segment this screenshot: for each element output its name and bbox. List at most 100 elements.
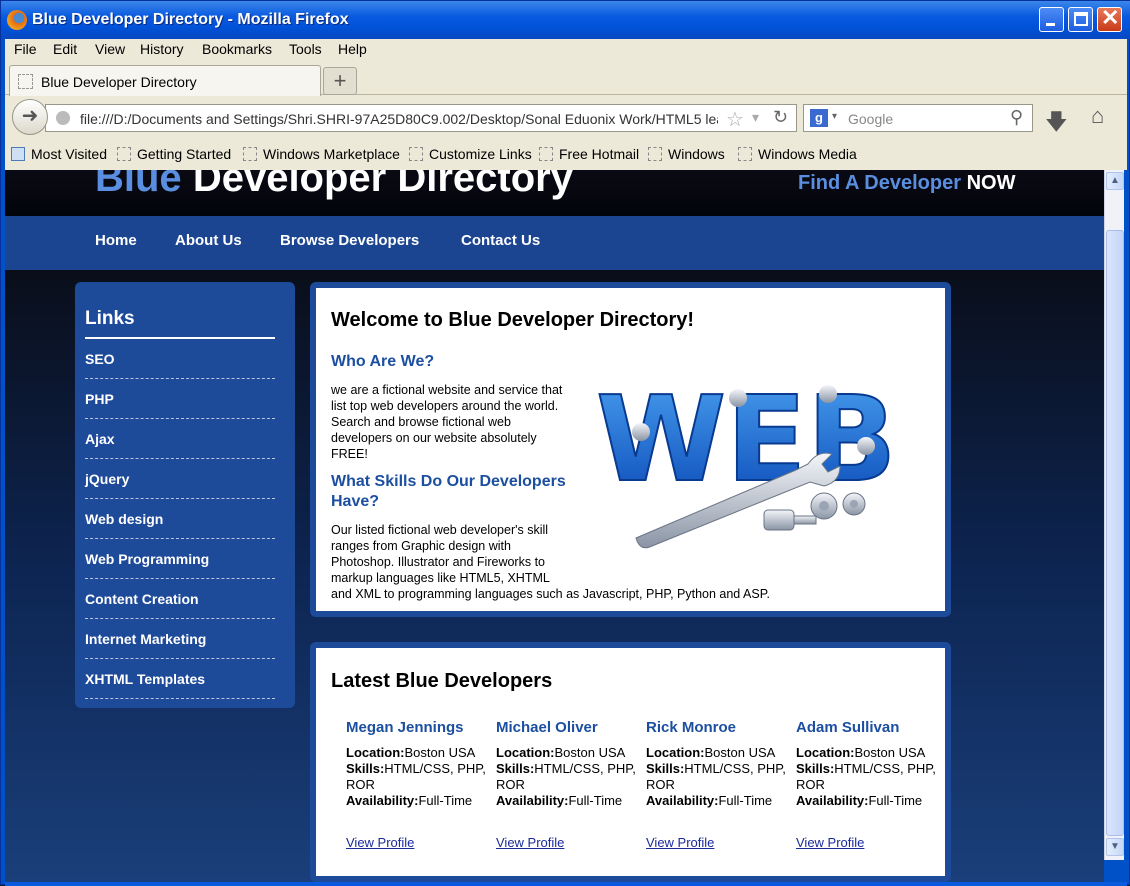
home-icon[interactable]: ⌂ — [1091, 103, 1104, 129]
most-visited-icon — [11, 147, 25, 161]
developer-name[interactable]: Adam Sullivan — [796, 719, 899, 736]
search-icon[interactable]: ⚲ — [1010, 107, 1023, 128]
sidebar-item-seo[interactable]: SEO — [85, 339, 275, 379]
availability-label: Availability: — [346, 793, 419, 808]
bookmark-most-visited[interactable]: Most Visited — [11, 146, 107, 162]
site-identity-icon[interactable] — [56, 111, 70, 125]
view-profile-link[interactable]: View Profile — [646, 835, 714, 850]
bookmark-label: Windows — [668, 146, 725, 162]
view-profile-link[interactable]: View Profile — [796, 835, 864, 850]
latest-developers-panel: Latest Blue Developers Megan Jennings Lo… — [310, 642, 951, 882]
close-button[interactable]: ✕ — [1097, 7, 1122, 32]
scroll-up-arrow-icon[interactable]: ▲ — [1106, 172, 1124, 190]
skills-label: Skills: — [646, 761, 685, 776]
bookmark-label: Customize Links — [429, 146, 532, 162]
menu-help[interactable]: Help — [338, 41, 367, 57]
skills-text-continued: and XML to programming languages such as… — [331, 587, 770, 601]
welcome-title: Welcome to Blue Developer Directory! — [331, 309, 695, 331]
menu-bookmarks[interactable]: Bookmarks — [202, 41, 272, 57]
bookmark-page-icon — [738, 147, 752, 161]
developer-availability: Full-Time — [418, 793, 473, 808]
menu-view[interactable]: View — [95, 41, 125, 57]
bookmark-label: Free Hotmail — [559, 146, 640, 162]
title-bar[interactable]: Blue Developer Directory - Mozilla Firef… — [1, 1, 1130, 39]
sidebar-item-web-design[interactable]: Web design — [85, 499, 275, 539]
bookmark-windows[interactable]: Windows — [648, 146, 725, 162]
bookmark-star-icon[interactable]: ☆ — [726, 107, 744, 132]
developer-availability: Full-Time — [718, 793, 773, 808]
bookmark-page-icon — [243, 147, 257, 161]
developer-details: Location:Boston USA Skills:HTML/CSS, PHP… — [496, 745, 636, 809]
bookmark-customize-links[interactable]: Customize Links — [409, 146, 532, 162]
view-profile-link[interactable]: View Profile — [346, 835, 414, 850]
sidebar-item-ajax[interactable]: Ajax — [85, 419, 275, 459]
developer-name[interactable]: Michael Oliver — [496, 719, 598, 736]
developer-location: Boston USA — [554, 745, 626, 760]
window-title: Blue Developer Directory - Mozilla Firef… — [32, 11, 349, 28]
menu-history[interactable]: History — [140, 41, 184, 57]
sidebar-item-web-programming[interactable]: Web Programming — [85, 539, 275, 579]
links-sidebar: Links SEO PHP Ajax jQuery Web design Web… — [75, 282, 295, 708]
web-3d-letters-image: WEB — [596, 369, 898, 549]
view-profile-link[interactable]: View Profile — [496, 835, 564, 850]
sidebar-item-jquery[interactable]: jQuery — [85, 459, 275, 499]
skills-label: Skills: — [346, 761, 385, 776]
sidebar-item-internet-marketing[interactable]: Internet Marketing — [85, 619, 275, 659]
menu-file[interactable]: File — [14, 41, 37, 57]
minimize-icon — [1046, 23, 1055, 26]
bookmark-windows-media[interactable]: Windows Media — [738, 146, 857, 162]
vertical-scrollbar[interactable]: ▲ ▼ — [1104, 170, 1124, 860]
nav-browse-developers[interactable]: Browse Developers — [280, 232, 419, 249]
maximize-icon — [1074, 12, 1088, 26]
back-button[interactable]: ➜ — [12, 99, 48, 135]
bookmark-free-hotmail[interactable]: Free Hotmail — [539, 146, 639, 162]
url-text[interactable]: file:///D:/Documents and Settings/Shri.S… — [80, 111, 718, 127]
browser-chrome: File Edit View History Bookmarks Tools H… — [5, 39, 1127, 170]
browser-window: Blue Developer Directory - Mozilla Firef… — [0, 0, 1130, 886]
developer-name[interactable]: Megan Jennings — [346, 719, 464, 736]
who-heading: Who Are We? — [331, 353, 435, 370]
new-tab-button[interactable]: + — [323, 67, 357, 95]
developer-name[interactable]: Rick Monroe — [646, 719, 736, 736]
downloads-icon[interactable]: 🡇 — [1045, 105, 1068, 143]
bookmark-getting-started[interactable]: Getting Started — [117, 146, 231, 162]
bookmark-label: Windows Marketplace — [263, 146, 400, 162]
back-arrow-icon: ➜ — [21, 105, 39, 127]
nav-home[interactable]: Home — [95, 232, 137, 249]
skills-label: Skills: — [496, 761, 535, 776]
menu-tools[interactable]: Tools — [289, 41, 322, 57]
developer-details: Location:Boston USA Skills:HTML/CSS, PHP… — [346, 745, 486, 809]
sidebar-item-content-creation[interactable]: Content Creation — [85, 579, 275, 619]
bookmark-page-icon — [117, 147, 131, 161]
sidebar-item-php[interactable]: PHP — [85, 379, 275, 419]
nav-contact-us[interactable]: Contact Us — [461, 232, 540, 249]
reload-icon[interactable]: ↻ — [773, 107, 788, 128]
scroll-down-arrow-icon[interactable]: ▼ — [1106, 838, 1124, 856]
search-engine-dropdown-icon[interactable]: ▾ — [832, 111, 837, 122]
nav-about-us[interactable]: About Us — [175, 232, 242, 249]
site-logo[interactable]: Blue Developer Directory — [95, 170, 573, 201]
address-bar[interactable]: file:///D:/Documents and Settings/Shri.S… — [45, 104, 797, 132]
latest-developers-content: Latest Blue Developers Megan Jennings Lo… — [316, 648, 945, 876]
location-label: Location: — [346, 745, 405, 760]
sidebar-item-xhtml-templates[interactable]: XHTML Templates — [85, 659, 275, 699]
menu-edit[interactable]: Edit — [53, 41, 77, 57]
bookmark-page-icon — [409, 147, 423, 161]
url-history-dropdown-icon[interactable]: ▾ — [752, 109, 759, 126]
tab-label: Blue Developer Directory — [41, 74, 197, 90]
welcome-panel: Welcome to Blue Developer Directory! Who… — [310, 282, 951, 617]
close-icon: ✕ — [1101, 5, 1120, 30]
skills-heading: What Skills Do Our Developers Have? — [331, 473, 566, 510]
site-header: Blue Developer Directory Find A Develope… — [5, 170, 1104, 216]
google-icon[interactable]: g — [810, 109, 828, 127]
bookmark-windows-marketplace[interactable]: Windows Marketplace — [243, 146, 400, 162]
minimize-button[interactable] — [1039, 7, 1064, 32]
search-bar[interactable]: g ▾ Google ⚲ — [803, 104, 1033, 132]
tab-blue-developer-directory[interactable]: Blue Developer Directory — [9, 65, 321, 96]
maximize-button[interactable] — [1068, 7, 1093, 32]
search-placeholder[interactable]: Google — [848, 111, 893, 127]
tab-strip: Blue Developer Directory + — [5, 63, 1127, 96]
bookmark-label: Windows Media — [758, 146, 857, 162]
skills-label: Skills: — [796, 761, 835, 776]
scrollbar-thumb[interactable] — [1106, 230, 1124, 836]
